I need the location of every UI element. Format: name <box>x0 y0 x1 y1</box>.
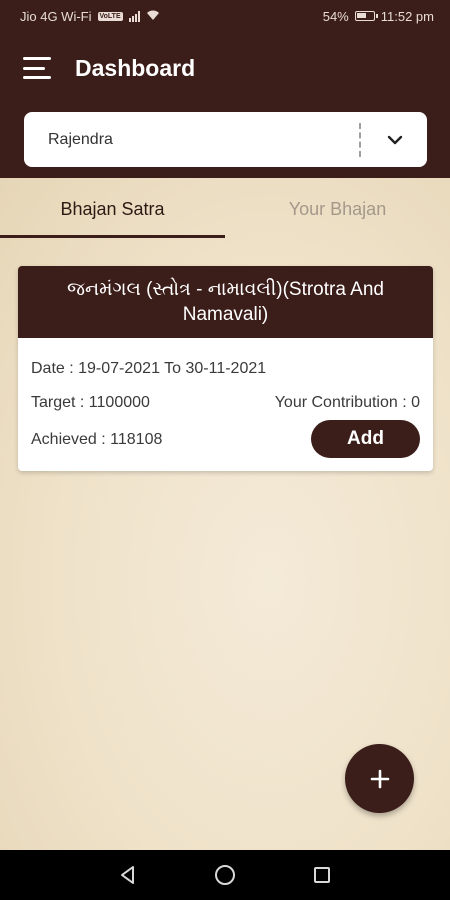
hamburger-icon[interactable] <box>23 57 53 79</box>
battery-percent: 54% <box>322 8 349 24</box>
home-circle-icon[interactable] <box>205 855 245 895</box>
tab-label: Your Bhajan <box>288 198 387 219</box>
tab-bhajan-satra[interactable]: Bhajan Satra <box>0 178 225 240</box>
add-fab-button[interactable] <box>345 744 414 813</box>
carrier-label: Jio 4G Wi-Fi <box>20 8 92 24</box>
recents-square-icon[interactable] <box>302 855 342 895</box>
date-range: Date : 19-07-2021 To 30-11-2021 <box>31 360 267 377</box>
select-divider <box>359 122 361 157</box>
clock: 11:52 pm <box>380 8 434 24</box>
tab-label: Bhajan Satra <box>60 198 165 219</box>
status-bar: Jio 4G Wi-Fi VoLTE 54% 11:52 pm <box>0 0 450 32</box>
tab-bar: Bhajan Satra Your Bhajan <box>0 178 450 240</box>
plus-icon <box>370 769 389 788</box>
volte-badge: VoLTE <box>97 11 123 21</box>
contribution-value: Your Contribution : 0 <box>274 394 420 411</box>
user-select-value: Rajendra <box>48 130 113 148</box>
chevron-down-icon[interactable] <box>363 112 427 167</box>
page-title: Dashboard <box>75 54 196 81</box>
card-title: જનમંગલ (સ્તોત્ર - નામાવલી)(Strotra And N… <box>18 266 433 338</box>
tab-your-bhajan[interactable]: Your Bhajan <box>225 178 450 240</box>
user-select[interactable]: Rajendra <box>24 112 427 167</box>
wifi-icon <box>146 9 160 24</box>
signal-icon <box>128 10 140 22</box>
battery-icon <box>354 11 378 21</box>
achieved-value: Achieved : 118108 <box>31 431 163 448</box>
system-nav-bar <box>0 850 450 900</box>
app-bar: Dashboard <box>0 40 450 96</box>
back-triangle-icon[interactable] <box>108 855 148 895</box>
bhajan-card: જનમંગલ (સ્તોત્ર - નામાવલી)(Strotra And N… <box>18 266 433 471</box>
card-body: Date : 19-07-2021 To 30-11-2021 Target :… <box>18 338 433 471</box>
target-value: Target : 1100000 <box>31 394 150 411</box>
add-button[interactable]: Add <box>311 420 420 458</box>
